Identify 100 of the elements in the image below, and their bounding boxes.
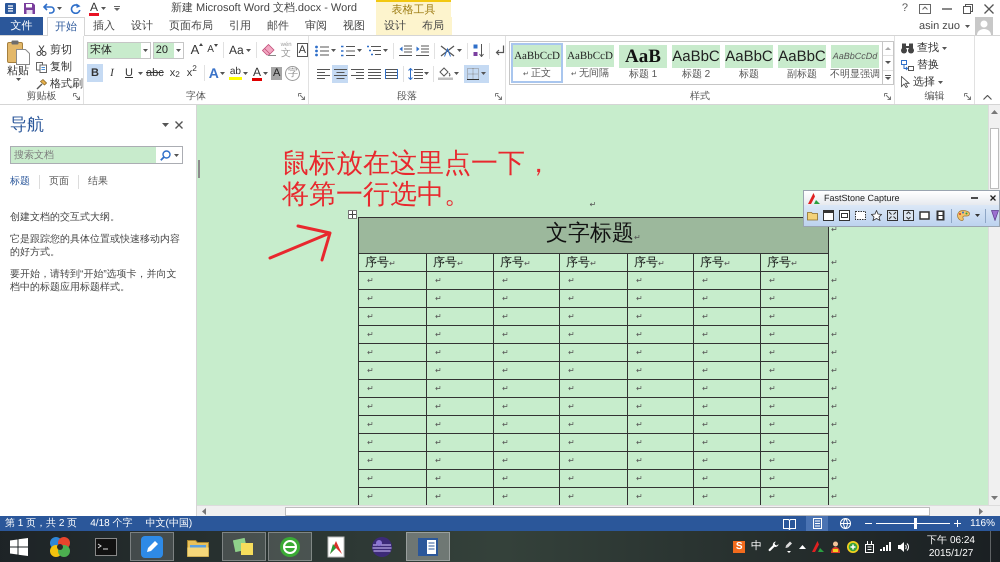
caret-icon[interactable] bbox=[243, 72, 248, 74]
fullscreen-icon[interactable] bbox=[887, 210, 898, 221]
ribbon-tab[interactable]: 视图 bbox=[335, 17, 373, 35]
window-icon[interactable] bbox=[823, 210, 834, 221]
overlapping-circles-icon[interactable] bbox=[49, 536, 71, 558]
highlight-button[interactable]: ab bbox=[228, 66, 242, 80]
caret-icon[interactable] bbox=[382, 49, 388, 52]
scissors-icon[interactable] bbox=[36, 44, 47, 56]
format-toggle[interactable]: x$_{2}$ bbox=[166, 64, 183, 82]
horizontal-scrollbar[interactable] bbox=[197, 505, 1000, 516]
enclose-characters-button[interactable]: 字 bbox=[285, 66, 300, 80]
vertical-scrollbar[interactable] bbox=[988, 105, 1000, 505]
ribbon-display-icon[interactable] bbox=[919, 4, 931, 14]
zoom-slider-thumb[interactable] bbox=[914, 518, 917, 529]
text-effects-button[interactable]: A bbox=[208, 66, 219, 80]
borders-button[interactable] bbox=[464, 64, 489, 82]
caret-icon[interactable] bbox=[142, 48, 148, 52]
font-color-button[interactable]: A bbox=[252, 66, 262, 80]
caret-icon[interactable] bbox=[331, 49, 336, 52]
caret-icon[interactable] bbox=[356, 49, 362, 52]
plug-icon[interactable] bbox=[865, 540, 874, 552]
restore-icon[interactable] bbox=[963, 4, 973, 14]
align-left-icon[interactable] bbox=[316, 68, 330, 78]
minimize-icon[interactable] bbox=[942, 8, 952, 10]
minimize-icon[interactable] bbox=[971, 197, 978, 199]
clipboard-icon[interactable] bbox=[6, 40, 30, 65]
close-icon[interactable] bbox=[175, 121, 183, 129]
palette-icon[interactable] bbox=[957, 210, 970, 221]
replace-icon[interactable] bbox=[901, 60, 914, 70]
wrench-icon[interactable] bbox=[768, 541, 780, 552]
person-icon[interactable] bbox=[830, 540, 842, 552]
align-center-button[interactable] bbox=[332, 64, 348, 82]
pen-icon[interactable] bbox=[785, 540, 794, 552]
right-arrow-icon[interactable] bbox=[979, 508, 983, 514]
up-arrow-icon[interactable] bbox=[199, 43, 204, 46]
pane-tab[interactable]: 标题 bbox=[10, 176, 30, 188]
caret-icon[interactable] bbox=[975, 214, 980, 217]
caret-icon[interactable] bbox=[263, 72, 268, 74]
speaker-icon[interactable] bbox=[898, 542, 910, 552]
multilevel-list-icon[interactable] bbox=[366, 44, 381, 56]
clock-date[interactable]: 2015/1/27 bbox=[928, 546, 974, 560]
format-toggle[interactable]: x$^{2}$ bbox=[184, 64, 200, 82]
eraser-icon[interactable] bbox=[262, 44, 276, 56]
paintbrush-icon[interactable] bbox=[36, 78, 47, 90]
caret-icon[interactable] bbox=[457, 49, 462, 52]
file-tab[interactable]: 文件 bbox=[0, 17, 43, 35]
dialog-launcher-icon[interactable] bbox=[964, 93, 971, 100]
ribbon-tab[interactable]: 设计 bbox=[123, 17, 161, 35]
ribbon-command[interactable]: 剪切 bbox=[36, 42, 83, 58]
scrollbar-thumb[interactable] bbox=[285, 506, 930, 516]
caret-icon[interactable] bbox=[176, 48, 181, 52]
align-center-icon[interactable] bbox=[334, 68, 346, 78]
sticky-notes-icon[interactable] bbox=[233, 536, 255, 558]
close-icon[interactable] bbox=[984, 4, 994, 14]
document-wedge-icon[interactable] bbox=[325, 536, 347, 558]
caret-icon[interactable] bbox=[101, 7, 106, 10]
ribbon-tab[interactable]: 设计 bbox=[376, 17, 414, 35]
distributed-icon[interactable] bbox=[384, 68, 398, 78]
more-icon[interactable] bbox=[885, 74, 891, 80]
window-frame-icon[interactable] bbox=[839, 210, 850, 221]
paste-button[interactable]: 粘贴 bbox=[2, 40, 34, 89]
caret-icon[interactable] bbox=[16, 78, 20, 81]
grow-font-button[interactable]: A bbox=[190, 43, 204, 57]
pointer-icon[interactable] bbox=[901, 76, 910, 88]
rectangle-icon[interactable] bbox=[919, 210, 930, 221]
scroll-window-icon[interactable] bbox=[903, 210, 914, 221]
ribbon-command[interactable]: 替换 bbox=[901, 57, 974, 73]
character-shading-button[interactable]: A bbox=[271, 66, 282, 80]
caret-icon[interactable] bbox=[138, 72, 143, 74]
dialog-launcher-icon[interactable] bbox=[495, 93, 502, 100]
ring-icon[interactable] bbox=[279, 536, 301, 558]
search-icon[interactable] bbox=[160, 150, 171, 160]
ribbon-command[interactable]: 复制 bbox=[36, 59, 83, 75]
pencil-app-icon[interactable] bbox=[141, 536, 163, 558]
sort-icon[interactable] bbox=[473, 44, 484, 57]
format-toggle[interactable]: abc bbox=[144, 64, 166, 82]
plus-circle-icon[interactable] bbox=[847, 540, 860, 552]
down-arrow-icon[interactable] bbox=[214, 44, 218, 47]
striped-sphere-icon[interactable] bbox=[371, 536, 393, 558]
caret-icon[interactable] bbox=[162, 123, 169, 127]
binoculars-icon[interactable] bbox=[901, 42, 914, 54]
shrink-font-button[interactable]: A bbox=[207, 44, 218, 56]
asian-layout-icon[interactable] bbox=[440, 44, 455, 56]
pane-tab[interactable]: 页面 bbox=[49, 176, 69, 188]
font-size-field[interactable]: 20 bbox=[152, 42, 184, 58]
star-icon[interactable] bbox=[871, 210, 882, 221]
document-icon[interactable] bbox=[417, 536, 439, 558]
taskbar-button[interactable] bbox=[130, 532, 174, 561]
ribbon-tab[interactable]: 页面布局 bbox=[161, 17, 221, 35]
caret-icon[interactable] bbox=[246, 48, 251, 52]
align-right-icon[interactable] bbox=[350, 68, 364, 78]
ribbon-tab[interactable]: 邮件 bbox=[259, 17, 297, 35]
up-arrow-icon[interactable] bbox=[799, 544, 806, 548]
ribbon-tab[interactable]: 审阅 bbox=[297, 17, 335, 35]
terminal-icon[interactable] bbox=[95, 536, 117, 558]
pane-tab[interactable]: 结果 bbox=[88, 176, 108, 188]
format-toggle[interactable]: B bbox=[87, 64, 103, 82]
help-button[interactable]: ? bbox=[902, 3, 908, 14]
book-icon[interactable] bbox=[782, 518, 796, 530]
dialog-launcher-icon[interactable] bbox=[298, 93, 305, 100]
